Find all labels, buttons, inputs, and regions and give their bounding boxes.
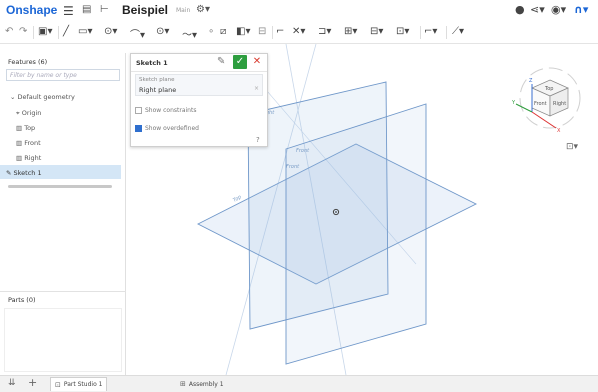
use-plane-icon[interactable]: ⊟ — [258, 26, 266, 37]
plane-label-front-2: Front — [286, 164, 300, 170]
feature-menu-icon[interactable]: ▣▾ — [38, 26, 52, 37]
show-constraints-row[interactable]: Show constraints — [135, 107, 196, 114]
constraint-tool-icon[interactable]: ⟋▾ — [452, 26, 464, 37]
tab-label: Assembly 1 — [188, 380, 224, 388]
toolbar-divider — [33, 26, 34, 39]
spline-tool-icon[interactable]: ～▾ — [182, 26, 197, 41]
view-cube-label-right: Right — [553, 101, 566, 107]
rectangle-tool-icon[interactable]: ▭▾ — [78, 26, 92, 37]
undo-icon[interactable]: ↶ — [5, 26, 13, 37]
feature-item-sketch1[interactable]: ✎ Sketch 1 — [6, 169, 42, 177]
part-studio-icon: ⊡ — [55, 380, 61, 389]
circle-tool-icon[interactable]: ⊙▾ — [104, 26, 117, 37]
show-overdefined-label: Show overdefined — [145, 125, 199, 132]
clear-selection-icon[interactable]: × — [254, 85, 259, 92]
feature-filter-input[interactable]: Filter by name or type — [6, 69, 120, 81]
view-options-icon[interactable]: ⊡▾ — [566, 142, 578, 152]
dialog-divider — [131, 71, 267, 72]
toolbar-divider — [272, 26, 273, 39]
sketch-plane-label: Sketch plane — [139, 77, 175, 83]
tab-assembly-1[interactable]: ⊞ Assembly 1 — [176, 377, 228, 391]
show-constraints-checkbox[interactable] — [135, 107, 142, 114]
view-cube-label-front: Front — [534, 101, 547, 107]
view-cube[interactable]: Top Front Right X Y Z — [512, 62, 584, 142]
cancel-button[interactable]: ✕ — [251, 55, 263, 69]
share-icon[interactable]: ⋖▾ — [530, 3, 545, 16]
toolbar-divider — [420, 26, 421, 39]
mate-tool-icon[interactable]: ⊡▾ — [396, 26, 409, 37]
assembly-icon: ⊞ — [180, 380, 186, 388]
trim-tool-icon[interactable]: ✕▾ — [292, 26, 305, 37]
show-overdefined-checkbox[interactable] — [135, 125, 142, 132]
construction-icon[interactable]: ◧▾ — [236, 26, 250, 37]
dimension-tool-icon[interactable]: ⊟▾ — [370, 26, 383, 37]
y-axis-line — [515, 103, 533, 113]
top-header: Onshape ☰ ▤ ⊢ Beispiel Main ⚙▾ ● ⋖▾ ◉▾ ∩… — [0, 0, 598, 20]
plane-label-front: Front — [296, 148, 310, 154]
view-cube-label-top: Top — [544, 86, 553, 92]
parts-divider — [0, 291, 126, 292]
tab-part-studio-1[interactable]: ⊡ Part Studio 1 — [50, 377, 108, 391]
feature-list-header: Features (6) — [8, 58, 48, 66]
toolbar-divider — [446, 26, 447, 39]
axis-label-z: Z — [529, 78, 533, 84]
axis-label-x: X — [557, 128, 561, 134]
sketch-plane-field[interactable]: Sketch plane Right plane × — [135, 74, 263, 96]
front-plane[interactable] — [285, 103, 427, 365]
point-tool-icon[interactable]: ∘ — [208, 26, 214, 37]
accept-button[interactable]: ✓ — [233, 55, 247, 69]
onshape-logo[interactable]: Onshape — [6, 3, 57, 17]
show-constraints-label: Show constraints — [145, 107, 197, 114]
document-title[interactable]: Beispiel — [122, 3, 168, 17]
document-settings-icon[interactable]: ⚙▾ — [196, 4, 210, 15]
parts-list-header: Parts (0) — [8, 296, 36, 304]
pattern-tool-icon[interactable]: ⊞▾ — [344, 26, 357, 37]
origin-dot — [335, 211, 337, 213]
redo-icon[interactable]: ↷ — [19, 26, 27, 37]
sketch-plane-value: Right plane — [139, 86, 177, 94]
menu-icon[interactable]: ☰ — [63, 4, 74, 18]
version-graph-icon[interactable]: ⊢ — [100, 4, 109, 15]
sketch-mirror-icon[interactable]: ⧄ — [220, 26, 226, 37]
user-menu-icon[interactable]: ∩▾ — [574, 3, 588, 16]
show-overdefined-row[interactable]: Show overdefined — [135, 125, 199, 132]
tangent-tool-icon[interactable]: ⌐▾ — [424, 26, 437, 37]
sketch-fillet-icon[interactable]: ⌐ — [276, 26, 284, 37]
comment-icon[interactable]: ● — [515, 3, 525, 16]
feature-item-right[interactable]: ▥ Right — [16, 154, 41, 162]
help-icon[interactable]: ? — [256, 136, 260, 144]
parts-list — [4, 308, 122, 372]
sketch-dialog-title: Sketch 1 — [136, 59, 168, 67]
line-tool-icon[interactable]: ╱ — [63, 26, 69, 37]
feature-item-default-geometry[interactable]: ⌄ Default geometry — [10, 93, 75, 101]
help-icon[interactable]: ◉▾ — [551, 3, 566, 16]
feature-item-top[interactable]: ▥ Top — [16, 124, 35, 132]
tab-label: Part Studio 1 — [63, 381, 103, 388]
arc-tool-icon[interactable]: ⌒▾ — [130, 26, 145, 41]
axis-label-y: Y — [512, 100, 516, 106]
conic-tool-icon[interactable]: ⊙▾ — [156, 26, 169, 37]
pencil-icon[interactable]: ✎ — [217, 56, 225, 67]
tab-manager-icon[interactable]: ⇊ — [8, 378, 16, 388]
tab-bar: ⇊ + ⊡ Part Studio 1 ⊞ Assembly 1 — [0, 375, 598, 392]
feature-list-scrollbar[interactable] — [8, 185, 112, 188]
sketch-dialog: Sketch 1 ✎ ✓ ✕ Sketch plane Right plane … — [130, 53, 268, 147]
feature-item-origin[interactable]: ⌖ Origin — [16, 109, 41, 118]
add-tab-icon[interactable]: + — [28, 376, 37, 389]
offset-tool-icon[interactable]: ⊐▾ — [318, 26, 331, 37]
feature-list-panel: Features (6) Filter by name or type ⌄ De… — [0, 53, 126, 375]
toolbar-divider — [58, 26, 59, 39]
branch-label: Main — [176, 7, 191, 14]
feature-item-front[interactable]: ▥ Front — [16, 139, 41, 147]
documents-icon[interactable]: ▤ — [82, 4, 91, 15]
feature-toolbar: ↶ ↷ ▣▾ ╱ ▭▾ ⊙▾ ⌒▾ ⊙▾ ～▾ ∘ ⧄ ◧▾ ⊟ ⌐ ✕▾ ⊐▾… — [0, 22, 598, 44]
